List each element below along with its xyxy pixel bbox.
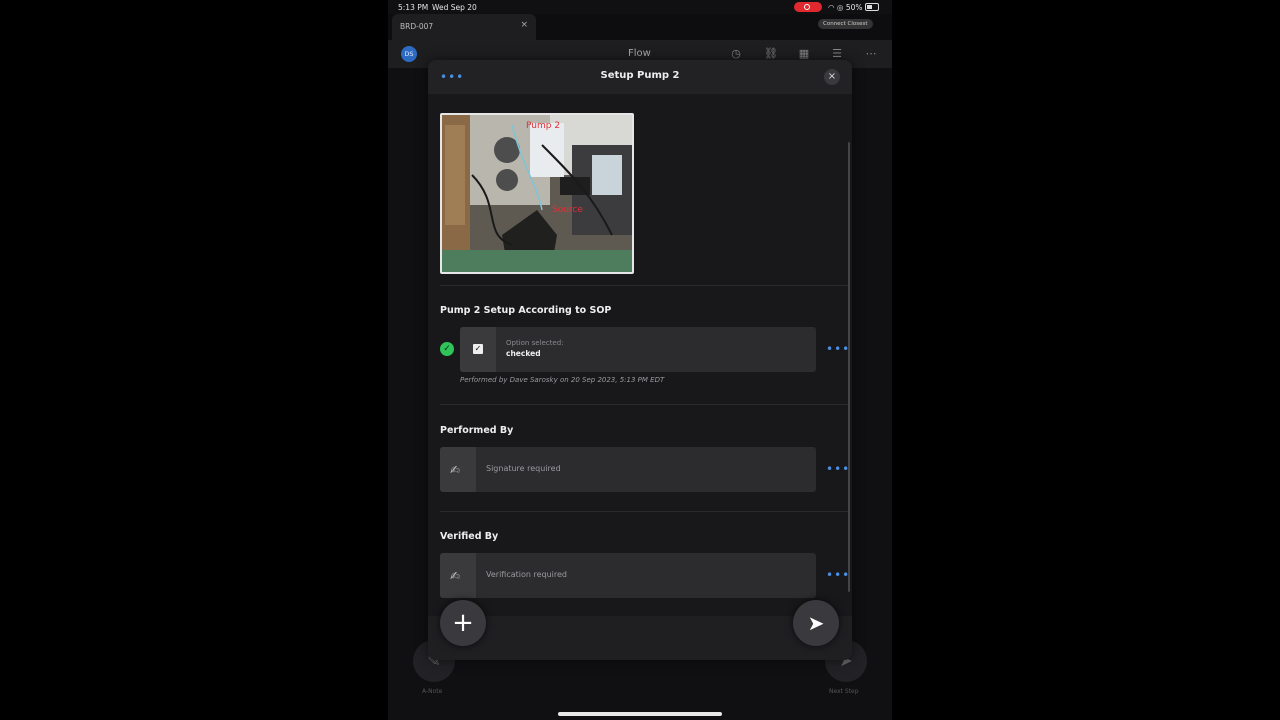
modal-header: ••• Setup Pump 2 ×: [428, 60, 852, 94]
battery-icon: [865, 3, 879, 11]
signature-field[interactable]: ✍ Signature required: [440, 447, 816, 492]
timer-icon[interactable]: ◷: [729, 47, 743, 61]
verification-field[interactable]: ✍ Verification required: [440, 553, 816, 598]
verification-more-icon[interactable]: •••: [826, 568, 850, 582]
option-value: checked: [506, 349, 541, 358]
sop-checkbox-field[interactable]: ✓ Option selected: checked: [460, 327, 816, 372]
source-annotation: Source: [552, 205, 583, 215]
check-circle-icon: ✓: [440, 342, 454, 356]
signature-cell: ✍: [440, 447, 476, 492]
calculator-icon[interactable]: ▦: [797, 47, 811, 61]
home-indicator[interactable]: [558, 712, 722, 716]
link-icon[interactable]: ⛓: [764, 47, 778, 61]
avatar[interactable]: DS: [401, 46, 417, 62]
status-time: 5:13 PM: [398, 3, 429, 12]
option-label: Option selected:: [506, 339, 564, 347]
section-sop-title: Pump 2 Setup According to SOP: [440, 305, 612, 316]
scrollbar[interactable]: [848, 142, 850, 592]
status-date: Wed Sep 20: [432, 3, 477, 12]
connection-badge[interactable]: Connect Closest: [818, 19, 873, 29]
signature-more-icon[interactable]: •••: [826, 462, 850, 476]
tab-bar: BRD-007 × Connect Closest: [388, 14, 892, 40]
send-button[interactable]: ➤: [793, 600, 839, 646]
close-icon[interactable]: ×: [824, 69, 840, 85]
more-circle-icon[interactable]: ⋯: [864, 47, 878, 61]
tab-close-icon[interactable]: ×: [520, 20, 528, 30]
divider: [440, 511, 848, 512]
divider: [440, 404, 848, 405]
performed-by-note: Performed by Dave Sarosky on 20 Sep 2023…: [460, 376, 665, 384]
wifi-icon: ◠ ◎ 50%: [828, 3, 863, 12]
screen-record-icon: [794, 2, 822, 12]
signature-icon: ✍: [450, 463, 461, 477]
modal-footer: [428, 616, 852, 660]
app-title: Flow: [628, 48, 651, 59]
add-button[interactable]: +: [440, 600, 486, 646]
checkbox-checked-icon[interactable]: ✓: [473, 344, 483, 354]
pump-setup-photo[interactable]: Pump 2 Source: [440, 113, 634, 274]
battery-level: 50%: [845, 3, 863, 12]
checklist-icon[interactable]: ☰: [830, 47, 844, 61]
tab-brd-007[interactable]: BRD-007 ×: [392, 14, 536, 40]
tab-label: BRD-007: [400, 22, 434, 31]
divider: [440, 285, 848, 286]
status-bar: 5:13 PM Wed Sep 20 ◠ ◎ 50%: [388, 0, 892, 14]
step-modal: ••• Setup Pump 2 × Pump 2 Source Pump 2 …: [428, 60, 852, 660]
a-note-label: A-Note: [422, 688, 443, 695]
checkbox-cell[interactable]: ✓: [460, 327, 496, 372]
verification-placeholder: Verification required: [486, 570, 568, 579]
signature-icon: ✍: [450, 569, 461, 583]
sop-more-icon[interactable]: •••: [826, 342, 850, 356]
section-verified-by-title: Verified By: [440, 531, 499, 542]
verification-cell: ✍: [440, 553, 476, 598]
signature-placeholder: Signature required: [486, 464, 561, 473]
next-step-label: Next Step: [829, 688, 859, 695]
pump-annotation: Pump 2: [526, 121, 560, 131]
section-performed-by-title: Performed By: [440, 425, 514, 436]
modal-title: Setup Pump 2: [600, 70, 680, 81]
